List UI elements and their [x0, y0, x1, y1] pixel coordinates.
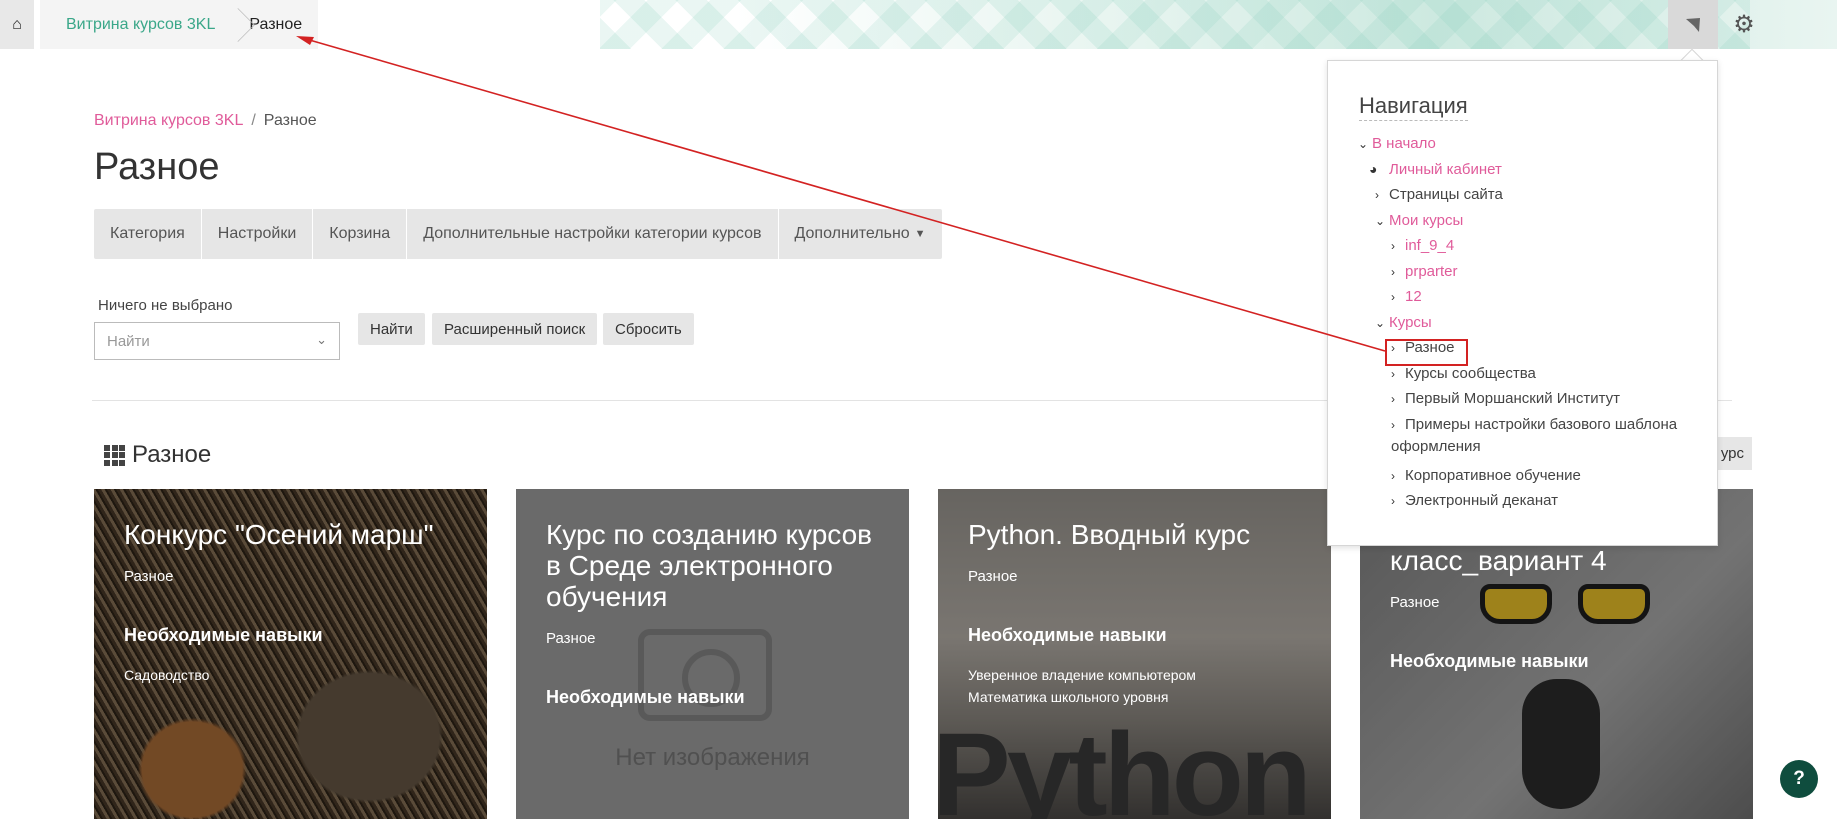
find-button[interactable]: Найти: [358, 313, 425, 345]
breadcrumb-home-link[interactable]: Витрина курсов 3KL: [94, 112, 243, 129]
nav-item-category[interactable]: › Электронный деканат: [1391, 492, 1558, 509]
nav-item-course[interactable]: › 12: [1391, 288, 1422, 305]
nav-item-courses[interactable]: ⌄ Курсы: [1375, 314, 1432, 331]
tab-extra-category-settings[interactable]: Дополнительные настройки категории курсо…: [407, 209, 779, 259]
nav-item-label: inf_9_4: [1405, 237, 1455, 254]
chevron-right-icon: ›: [1391, 265, 1395, 279]
breadcrumb-current: Разное: [263, 112, 317, 129]
skills-heading: Необходимые навыки: [1390, 651, 1589, 671]
course-title[interactable]: Конкурс "Осений марш": [124, 519, 463, 550]
course-title[interactable]: класс_вариант 4: [1390, 545, 1729, 576]
nav-item-label: В начало: [1372, 135, 1436, 152]
nav-item-label: Курсы: [1389, 314, 1432, 331]
navigation-toggle-button[interactable]: [1668, 0, 1718, 49]
highlight-box: [1385, 339, 1468, 366]
course-title[interactable]: Python. Вводный курс: [968, 519, 1307, 550]
nav-item-category-continuation: оформления: [1391, 438, 1481, 455]
filter-label: Ничего не выбрано: [98, 297, 233, 314]
course-card[interactable]: Нет изображения Курс по созданию курсов …: [516, 489, 909, 819]
header-pattern: [600, 0, 1750, 49]
nav-item-home[interactable]: ⌄ В начало: [1358, 135, 1436, 152]
navigation-arrow-icon: [1686, 17, 1700, 32]
skills-heading: Необходимые навыки: [546, 687, 745, 707]
page-title: Разное: [94, 146, 220, 188]
course-category: Разное: [1390, 594, 1440, 611]
section-header: Разное: [104, 441, 211, 469]
nav-item-label: Страницы сайта: [1389, 186, 1503, 203]
course-category: Разное: [124, 568, 174, 585]
nav-item-label: Личный кабинет: [1389, 161, 1502, 178]
search-select[interactable]: Найти ⌄: [94, 322, 340, 360]
chevron-right-icon: ›: [1391, 239, 1395, 253]
navigation-drawer: Навигация ⌄ В начало ◕ Личный кабинет › Стр…: [1327, 60, 1718, 546]
nav-item-dashboard[interactable]: ◕ Личный кабинет: [1369, 161, 1502, 178]
nav-item-label: Первый Моршанский Институт: [1405, 390, 1620, 407]
chevron-right-icon: ›: [1391, 290, 1395, 304]
nav-item-label: Корпоративное обучение: [1405, 467, 1581, 484]
skills-heading: Необходимые навыки: [968, 625, 1167, 645]
top-breadcrumb: Витрина курсов 3KL Разное: [40, 0, 319, 49]
skill-item: Садоводство: [124, 667, 210, 683]
section-title: Разное: [132, 441, 212, 468]
nav-item-course[interactable]: › inf_9_4: [1391, 237, 1454, 254]
card-content: Конкурс "Осений марш" Разное Необходимые…: [124, 519, 463, 686]
nav-item-label: Примеры настройки базового шаблона: [1405, 416, 1678, 433]
home-icon[interactable]: ⌂: [0, 0, 34, 49]
card-content: Python. Вводный курс Разное Необходимые …: [968, 519, 1307, 708]
tab-more[interactable]: Дополнительно ▼: [779, 209, 942, 259]
course-card[interactable]: Python Python. Вводный курс Разное Необх…: [938, 489, 1331, 819]
tab-recycle-bin[interactable]: Корзина: [313, 209, 408, 259]
breadcrumb: Витрина курсов 3KL / Разное: [94, 112, 317, 130]
nav-item-label: Электронный деканат: [1405, 492, 1559, 509]
tab-category[interactable]: Категория: [94, 209, 202, 259]
dashboard-icon: ◕: [1369, 161, 1378, 177]
nav-item-category[interactable]: › Первый Моршанский Институт: [1391, 390, 1620, 407]
chevron-down-icon: ⌄: [1375, 214, 1386, 228]
chevron-right-icon: ›: [1391, 367, 1395, 381]
nav-item-site-pages[interactable]: › Страницы сайта: [1375, 186, 1503, 203]
help-button[interactable]: ?: [1780, 760, 1818, 798]
breadcrumb-slash: /: [251, 112, 256, 129]
tab-more-label: Дополнительно: [794, 225, 910, 242]
chevron-right-icon: ›: [1391, 469, 1395, 483]
nav-item-category[interactable]: › Примеры настройки базового шаблона: [1391, 416, 1677, 433]
chevron-right-icon: ›: [1391, 392, 1395, 406]
skill-item: Уверенное владение компьютером: [968, 667, 1196, 683]
reset-button[interactable]: Сбросить: [603, 313, 694, 345]
advanced-search-button[interactable]: Расширенный поиск: [432, 313, 598, 345]
chevron-right-icon: ›: [1375, 188, 1379, 202]
navigation-title: Навигация: [1359, 93, 1468, 121]
card-content: Курс по созданию курсов в Среде электрон…: [546, 519, 885, 726]
chevron-down-icon: ⌄: [316, 332, 327, 347]
chevron-down-icon: ⌄: [1375, 316, 1386, 330]
grid-icon: [104, 444, 125, 466]
tab-settings[interactable]: Настройки: [202, 209, 314, 259]
nav-item-label: Курсы сообщества: [1405, 365, 1536, 382]
top-breadcrumb-current: Разное: [249, 15, 303, 33]
chevron-down-icon: ⌄: [1358, 137, 1369, 151]
course-card[interactable]: Конкурс "Осений марш" Разное Необходимые…: [94, 489, 487, 819]
course-title[interactable]: Курс по созданию курсов в Среде электрон…: [546, 519, 885, 612]
course-category: Разное: [546, 630, 596, 647]
search-select-placeholder: Найти: [107, 332, 150, 350]
chevron-right-icon: ›: [1391, 494, 1395, 508]
nav-item-category[interactable]: › Корпоративное обучение: [1391, 467, 1581, 484]
course-category: Разное: [968, 568, 1018, 585]
nav-item-label: prparter: [1405, 263, 1458, 280]
skill-item: Математика школьного уровня: [968, 689, 1169, 705]
nav-item-category[interactable]: › Курсы сообщества: [1391, 365, 1536, 382]
chevron-down-icon: ▼: [914, 228, 926, 240]
nav-item-course[interactable]: › prparter: [1391, 263, 1458, 280]
nav-item-label: Мои курсы: [1389, 212, 1464, 229]
nav-item-my-courses[interactable]: ⌄ Мои курсы: [1375, 212, 1463, 229]
chevron-right-icon: ›: [1391, 418, 1395, 432]
top-breadcrumb-home-link[interactable]: Витрина курсов 3KL: [66, 16, 215, 34]
category-tabs: Категория Настройки Корзина Дополнительн…: [94, 209, 942, 259]
skills-heading: Необходимые навыки: [124, 625, 323, 645]
nav-item-label: 12: [1405, 288, 1422, 305]
breadcrumb-separator-icon: [223, 0, 241, 49]
card-content: класс_вариант 4 Разное Необходимые навык…: [1390, 545, 1729, 690]
gear-icon[interactable]: ⚙: [1722, 0, 1766, 49]
